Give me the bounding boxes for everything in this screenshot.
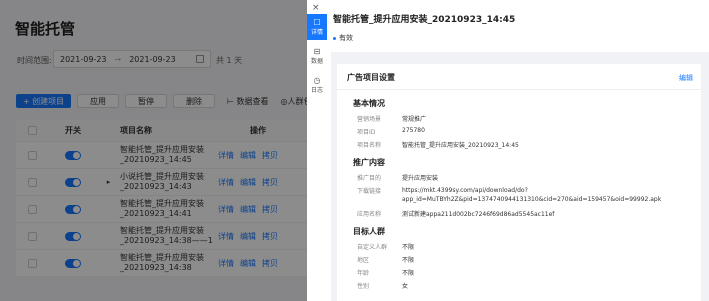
field-gender: 性别女 xyxy=(357,283,409,290)
side-tab-rail: ☐ 详情 ⊟ 数据 ◷ 日志 xyxy=(307,14,327,101)
section-audience: 目标人群 xyxy=(353,227,385,236)
field-project-name: 项目名称 智能托管_提升应用安装_20210923_14:45 xyxy=(357,142,519,149)
field-app-name: 应用名称 测试新建appa211d002bc7246f69d86ad5545ac1… xyxy=(357,211,555,218)
status-text: 有效 xyxy=(339,34,353,42)
tab-data[interactable]: ⊟ 数据 xyxy=(307,43,327,69)
card-title: 广告项目设置 xyxy=(347,73,395,82)
tab-detail[interactable]: ☐ 详情 xyxy=(307,14,327,40)
section-promo: 推广内容 xyxy=(353,158,385,167)
close-icon[interactable]: × xyxy=(312,3,320,13)
ad-settings-card: 广告项目设置 编辑 基本情况 营销场景 常规推广 项目ID 275780 项目名称智… xyxy=(337,64,701,301)
field-project-id: 项目ID 275780 xyxy=(357,127,425,136)
tab-label: 详情 xyxy=(310,29,323,36)
drawer-title: 智能托管_提升应用安装_20210923_14:45 xyxy=(333,15,516,25)
field-scene: 营销场景 常规推广 xyxy=(357,116,427,123)
detail-icon: ☐ xyxy=(313,18,321,27)
field-promo-goal: 推广目的 提升应用安装 xyxy=(357,175,439,182)
clock-icon: ◷ xyxy=(313,76,321,85)
field-download-link: 下载链接 https://mkt.4399sy.com/api/download/… xyxy=(357,187,662,203)
field-age: 年龄 不限 xyxy=(357,270,415,277)
field-custom-crowd: 自定义人群 不限 xyxy=(357,244,415,251)
divider xyxy=(337,89,701,90)
status-dot-icon xyxy=(333,36,336,40)
status-badge: 有效 xyxy=(333,33,353,43)
field-region: 地区 不限 xyxy=(357,257,415,264)
data-icon: ⊟ xyxy=(313,47,321,56)
tab-label: 日志 xyxy=(310,87,323,94)
detail-drawer: × ☐ 详情 ⊟ 数据 ◷ 日志 智能托管_提升应用安装_20210923_14… xyxy=(307,0,709,301)
section-basic: 基本情况 xyxy=(353,99,385,108)
tab-log[interactable]: ◷ 日志 xyxy=(307,72,327,98)
tab-label: 数据 xyxy=(310,58,323,65)
edit-link[interactable]: 编辑 xyxy=(679,73,693,83)
drawer-header: 智能托管_提升应用安装_20210923_14:45 有效 xyxy=(331,0,709,52)
drawer-body: 广告项目设置 编辑 基本情况 营销场景 常规推广 项目ID 275780 项目名称智… xyxy=(331,52,709,301)
